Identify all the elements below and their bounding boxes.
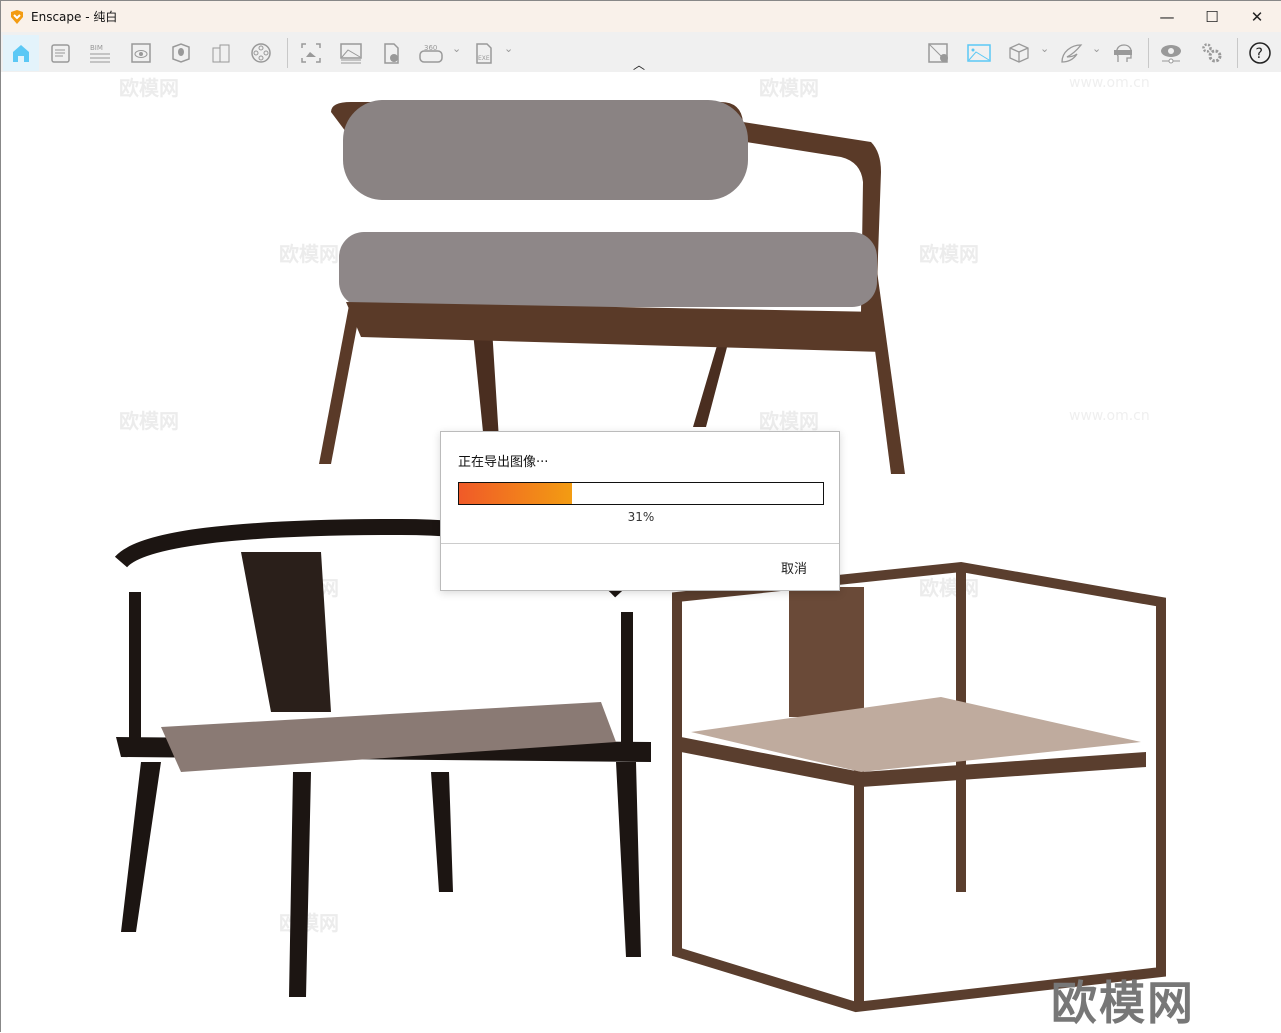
progress-bar [458,482,824,505]
toolbar-separator [1148,38,1149,68]
view-button[interactable] [123,35,159,71]
screenshot-button[interactable] [293,35,329,71]
svg-text:?: ? [1256,46,1263,62]
notes-button[interactable] [43,35,79,71]
dialog-divider [441,543,839,544]
bim-icon: BIM [90,44,110,63]
progress-percent-label: 31% [627,510,655,524]
image-settings-button[interactable] [961,35,997,71]
close-button[interactable]: ✕ [1234,1,1280,32]
notes-icon [51,44,70,63]
asset-cube-icon [1009,43,1029,63]
image-active-icon [967,44,991,62]
map-location-icon [928,43,948,63]
title-bar: Enscape - 纯白 — ☐ ✕ [1,1,1281,32]
dialog-title: 正在导出图像··· [458,455,549,470]
bim-button[interactable]: BIM [83,35,119,71]
armchair-top [319,100,905,474]
panorama-dropdown-chevron-icon[interactable]: ⌄ [452,42,461,55]
ming-chair-left [114,518,651,997]
home-icon [13,45,29,62]
toolbar-separator [1237,38,1238,68]
panorama-upload-button[interactable] [373,35,409,71]
collapse-toolbar-chevron-icon[interactable]: ︿ [633,56,645,73]
building-button[interactable] [203,35,239,71]
window-title: Enscape - 纯白 [31,10,118,24]
wing-button[interactable] [1053,35,1089,71]
map-location-button[interactable] [921,35,957,71]
building-icon [212,44,230,63]
asset-library-button[interactable] [1001,35,1037,71]
progress-fill [459,483,572,504]
panorama-360-icon: 360 [419,44,443,63]
panorama-360-button[interactable]: 360 [413,35,449,71]
export-progress-dialog: 正在导出图像··· 31% 取消 [440,431,840,591]
vr-button[interactable] [1106,35,1142,71]
render-image-button[interactable] [333,35,369,71]
home-button[interactable] [3,35,39,71]
screenshot-icon [301,43,321,63]
exe-export-icon: EXE [476,43,492,64]
maximize-button[interactable]: ☐ [1189,1,1235,32]
square-chair-right [672,561,1166,1013]
visual-settings-icon [1161,45,1181,64]
enscape-logo-icon [11,9,23,24]
view-icon [131,43,151,63]
toolbar-separator [287,38,288,68]
video-icon [251,43,271,63]
settings-button[interactable] [1194,35,1230,71]
vr-headset-icon [1114,44,1132,62]
site-button[interactable] [163,35,199,71]
visual-settings-button[interactable] [1153,35,1189,71]
exe-export-button[interactable]: EXE [466,35,502,71]
minimize-button[interactable]: — [1144,1,1190,32]
panorama-upload-icon [384,43,399,64]
asset-dropdown-chevron-icon[interactable]: ⌄ [1040,42,1049,55]
video-button[interactable] [243,35,279,71]
wing-icon [1061,44,1083,63]
watermark-logo: 欧模网 [1051,976,1195,1030]
site-icon [172,43,190,63]
export-dropdown-chevron-icon[interactable]: ⌄ [504,42,513,55]
svg-text:EXE: EXE [478,55,490,62]
svg-text:BIM: BIM [90,44,103,52]
settings-gears-icon [1202,43,1222,63]
render-image-icon [340,43,362,64]
cancel-button[interactable]: 取消 [781,558,807,577]
help-button[interactable]: ? [1242,35,1278,71]
wing-dropdown-chevron-icon[interactable]: ⌄ [1092,42,1101,55]
help-icon: ? [1249,42,1271,64]
